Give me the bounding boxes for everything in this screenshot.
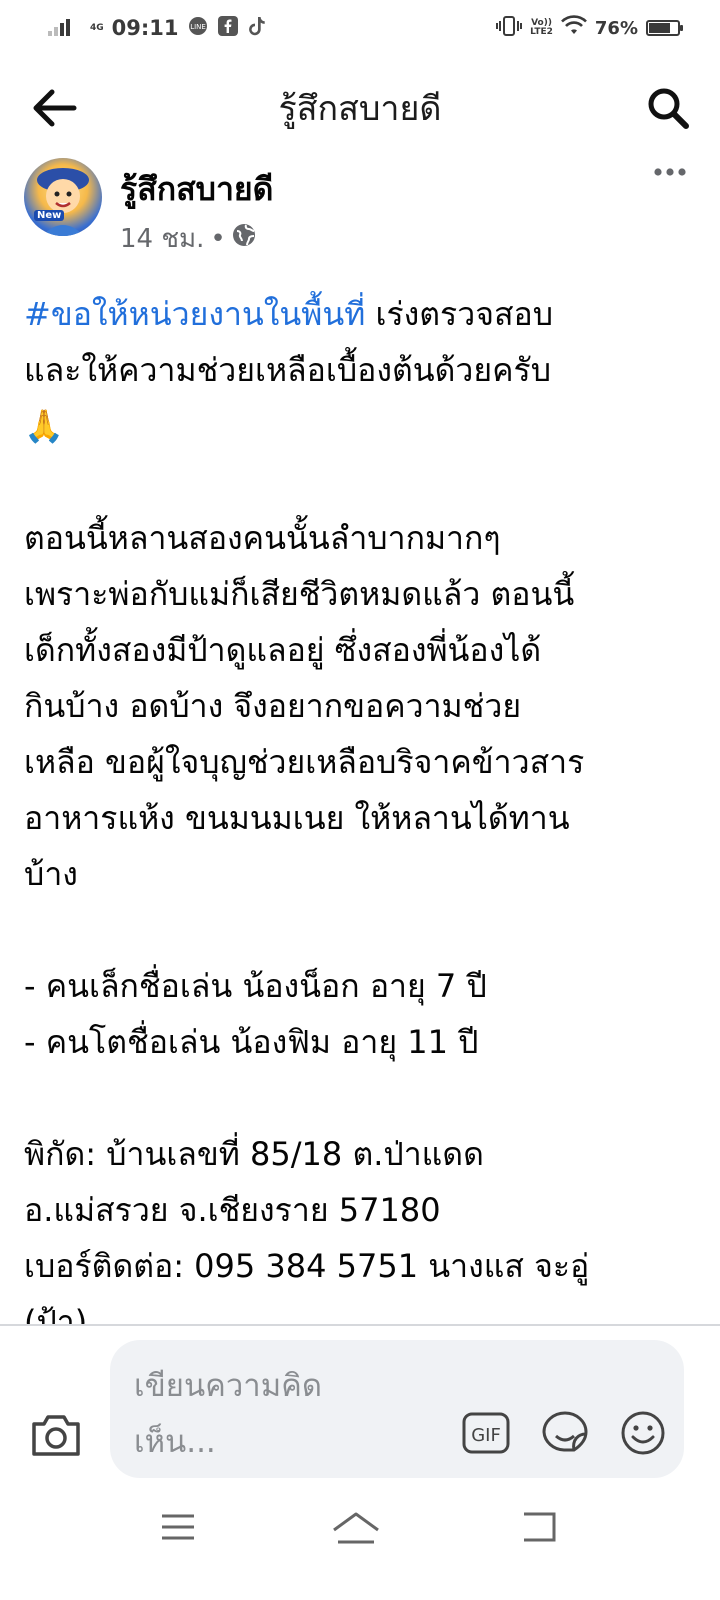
home-icon[interactable]: [332, 1510, 380, 1546]
hashtag-link[interactable]: #ขอให้หน่วยงานในพื้นที่: [24, 295, 365, 333]
top-bar: รู้สึกสบายดี: [0, 70, 720, 146]
svg-text:LINE: LINE: [190, 23, 206, 31]
post-line: และให้ความช่วยเหลือเบื้องต้นด้วยครับ: [24, 351, 552, 389]
status-left: 4G 09:11 LINE: [48, 15, 267, 42]
post-line: เพราะพ่อกับแม่ก็เสียชีวิตหมดแล้ว ตอนนี้: [24, 575, 575, 613]
avatar[interactable]: New: [24, 158, 102, 236]
post-line: ตอนนี้หลานสองคนนั้นลำบากมากๆ: [24, 519, 501, 557]
post-line: บ้าง: [24, 855, 78, 893]
system-nav-bar: [0, 1500, 720, 1600]
tiktok-app-icon: [247, 15, 267, 42]
post-text: เร่งตรวจสอบ: [365, 295, 554, 333]
status-right: Vo)) LTE2 76%: [496, 14, 683, 42]
post-line: เบอร์ติดต่อ: 095 384 5751 นางแส จะอู่: [24, 1247, 590, 1285]
post-line: พิกัด: บ้านเลขที่ 85/18 ต.ป่าแดด: [24, 1135, 484, 1173]
post-line: เหลือ ขอผู้ใจบุญช่วยเหลือบริจาคข้าวสาร: [24, 743, 585, 781]
network-type: 4G: [90, 22, 104, 33]
camera-icon[interactable]: [30, 1412, 82, 1458]
gif-icon[interactable]: GIF: [462, 1412, 510, 1454]
placeholder-line: เขียนความคิด: [134, 1368, 322, 1404]
signal-icon: [48, 15, 82, 42]
post-time[interactable]: 14 ชม.: [120, 218, 204, 259]
battery-percent: 76%: [594, 17, 638, 39]
line-app-icon: LINE: [187, 15, 209, 42]
nav-back-icon[interactable]: [520, 1510, 560, 1546]
post-line: เด็กทั้งสองมีป้าดูแลอยู่ ซึ่งสองพี่น้องไ…: [24, 631, 542, 669]
facebook-app-icon: [217, 15, 239, 42]
post-line: อ.แม่สรวย จ.เชียงราย 57180: [24, 1191, 441, 1229]
battery-fill: [649, 23, 670, 33]
pray-emoji: 🙏: [24, 407, 64, 445]
page-title: รู้สึกสบายดี: [278, 89, 442, 129]
meta-separator: •: [210, 223, 226, 254]
volte-indicator: Vo)) LTE2: [530, 19, 553, 37]
search-icon[interactable]: [644, 84, 692, 132]
post-line: - คนโตชื่อเล่น น้องฟิม อายุ 11 ปี: [24, 1023, 479, 1061]
globe-icon: [232, 223, 256, 254]
comment-composer: เขียนความคิด เห็น... GIF: [0, 1326, 720, 1496]
gif-label: GIF: [471, 1425, 501, 1446]
author-name[interactable]: รู้สึกสบายดี: [120, 164, 273, 215]
post-meta: 14 ชม. •: [120, 218, 256, 259]
post-line: - คนเล็กชื่อเล่น น้องน็อก อายุ 7 ปี: [24, 967, 487, 1005]
avatar-illustration-icon: [37, 168, 89, 236]
avatar-label: New: [34, 210, 65, 221]
comment-placeholder: เขียนความคิด เห็น...: [134, 1358, 394, 1470]
post-header: New รู้สึกสบายดี 14 ชม. •: [0, 150, 720, 260]
post-line: กินบ้าง อดบ้าง จึงอยากขอความช่วย: [24, 687, 522, 725]
more-dots-icon[interactable]: [650, 162, 690, 182]
post-line: #ขอให้หน่วยงานในพื้นที่ เร่งตรวจสอบ: [24, 286, 698, 342]
post-body: #ขอให้หน่วยงานในพื้นที่ เร่งตรวจสอบ และใ…: [24, 286, 698, 1350]
status-bar: 4G 09:11 LINE Vo)) LTE2 76%: [0, 0, 720, 56]
back-arrow-icon[interactable]: [30, 86, 78, 130]
post-line: อาหารแห้ง ขนมนมเนย ให้หลานได้ทาน: [24, 799, 570, 837]
emoji-icon[interactable]: [620, 1410, 666, 1456]
comment-input[interactable]: เขียนความคิด เห็น... GIF: [110, 1340, 684, 1478]
lte-label: LTE2: [530, 27, 553, 37]
vibrate-icon: [496, 15, 523, 42]
status-time: 09:11: [111, 16, 179, 40]
wifi-icon: [560, 14, 587, 42]
sticker-icon[interactable]: [540, 1410, 590, 1456]
menu-icon[interactable]: [160, 1512, 196, 1542]
battery-icon: [646, 20, 683, 36]
placeholder-line: เห็น...: [134, 1424, 216, 1460]
